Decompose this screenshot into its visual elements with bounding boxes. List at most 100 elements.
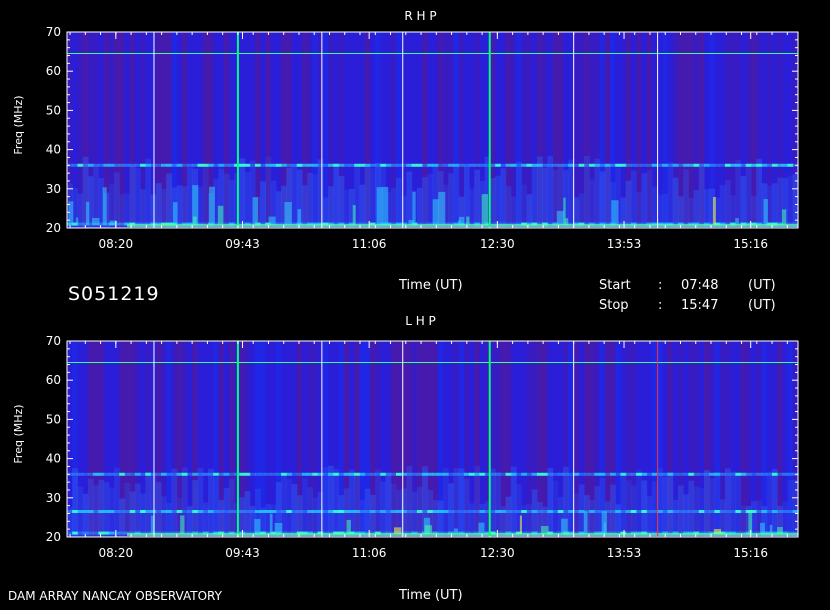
emission-band <box>98 510 105 514</box>
low-freq-emission <box>213 477 220 537</box>
radio-burst <box>735 218 739 225</box>
emission-band <box>181 163 188 167</box>
emission-band <box>730 163 736 167</box>
emission-band <box>401 510 407 514</box>
emission-band <box>385 510 392 514</box>
emission-band <box>328 163 334 167</box>
low-freq-emission <box>312 174 319 228</box>
emission-band <box>787 472 794 476</box>
low-freq-emission <box>453 468 460 537</box>
emission-band <box>359 163 366 167</box>
low-freq-emission <box>589 499 595 537</box>
low-freq-emission <box>160 496 167 537</box>
emission-band <box>150 472 157 476</box>
emission-band <box>249 472 256 476</box>
low-freq-emission <box>333 167 340 228</box>
emission-band <box>406 472 413 476</box>
emission-band <box>333 163 340 167</box>
emission-band <box>93 510 99 514</box>
low-freq-emission <box>333 468 340 537</box>
low-freq-emission <box>87 478 94 537</box>
emission-band <box>249 163 256 167</box>
radio-burst <box>769 524 773 534</box>
low-freq-emission <box>463 478 470 537</box>
emission-band <box>620 510 627 514</box>
emission-band <box>77 472 84 476</box>
emission-band <box>704 472 710 476</box>
emission-band <box>751 163 757 167</box>
emission-band <box>599 472 606 476</box>
radio-burst <box>519 515 522 534</box>
emission-band <box>67 510 73 514</box>
low-freq-emission <box>771 468 778 537</box>
low-freq-emission <box>228 179 235 228</box>
emission-band <box>202 472 209 476</box>
x-tick-label: 08:20 <box>99 546 134 560</box>
emission-band <box>286 510 293 514</box>
stop-colon: : <box>658 298 663 313</box>
emission-band <box>197 163 204 167</box>
emission-band <box>516 510 522 514</box>
low-freq-emission <box>422 177 428 228</box>
emission-band <box>380 510 387 514</box>
low-freq-emission <box>244 491 251 537</box>
low-freq-emission <box>375 469 381 537</box>
y-tick-label: 20 <box>46 530 61 544</box>
emission-band <box>218 163 225 167</box>
emission-band <box>589 472 595 476</box>
low-freq-emission <box>166 173 173 228</box>
emission-band <box>275 510 282 514</box>
emission-band <box>181 472 188 476</box>
emission-band <box>651 163 658 167</box>
emission-band <box>422 163 428 167</box>
emission-band <box>416 472 423 476</box>
emission-band <box>531 510 538 514</box>
emission-band <box>354 163 360 167</box>
emission-band <box>254 163 261 167</box>
emission-band <box>698 472 705 476</box>
low-freq-emission <box>427 174 434 228</box>
emission-band <box>113 163 120 167</box>
emission-band <box>244 472 251 476</box>
radio-burst <box>172 202 178 225</box>
stop-label: Stop <box>599 298 629 313</box>
emission-band <box>505 510 512 514</box>
emission-band <box>453 472 460 476</box>
emission-band <box>677 510 684 514</box>
emission-band <box>166 510 173 514</box>
low-freq-emission <box>489 178 496 228</box>
emission-band <box>489 472 496 476</box>
radio-burst <box>75 217 79 225</box>
emission-band <box>756 163 763 167</box>
low-freq-emission <box>667 472 674 537</box>
emission-band <box>516 472 522 476</box>
radio-burst <box>412 191 416 225</box>
emission-band <box>589 510 595 514</box>
emission-band <box>202 163 209 167</box>
emission-band <box>442 163 449 167</box>
low-freq-emission <box>390 188 397 228</box>
radio-burst <box>432 199 439 225</box>
emission-band <box>583 472 590 476</box>
emission-band <box>395 472 402 476</box>
emission-band <box>364 510 371 514</box>
emission-band <box>213 510 220 514</box>
emission-band <box>98 531 105 535</box>
x-tick-label: 11:06 <box>352 237 387 251</box>
emission-band <box>187 163 193 167</box>
emission-band <box>260 472 267 476</box>
radio-burst <box>274 523 283 534</box>
radio-burst <box>424 525 433 534</box>
low-freq-emission <box>724 468 731 537</box>
radio-burst <box>192 216 197 225</box>
low-freq-emission <box>771 183 778 228</box>
emission-band <box>787 510 794 514</box>
emission-band <box>714 163 721 167</box>
emission-band <box>385 163 392 167</box>
emission-band <box>77 222 84 226</box>
start-time: 07:48 <box>681 278 719 293</box>
emission-band <box>442 510 449 514</box>
emission-band <box>709 472 716 476</box>
emission-band <box>160 163 167 167</box>
start-colon: : <box>658 278 663 293</box>
